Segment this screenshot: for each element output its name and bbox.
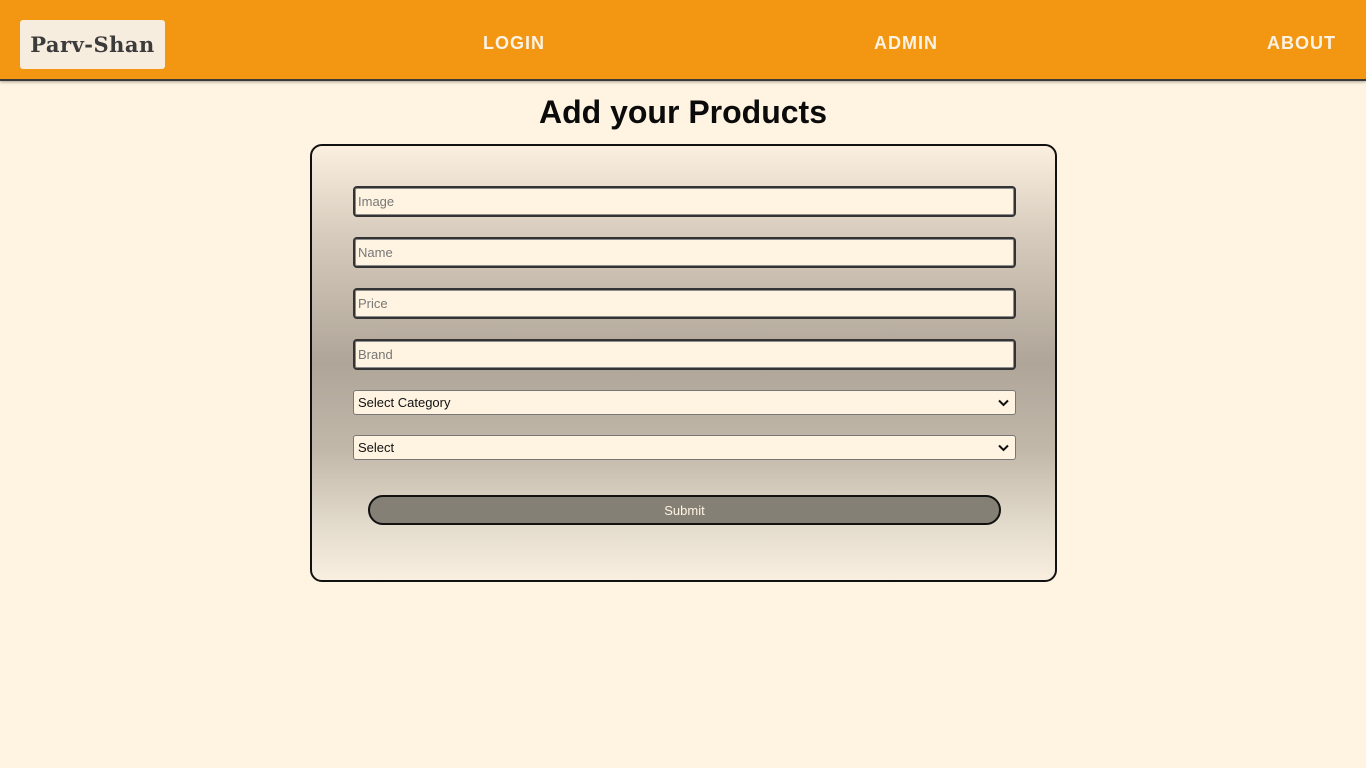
navbar: Parv-Shan LOGIN ADMIN ABOUT [0,0,1366,81]
nav-link-login[interactable]: LOGIN [483,33,545,53]
category-select[interactable]: Select Category [353,390,1016,415]
image-input[interactable] [353,186,1016,217]
page-title: Add your Products [538,94,827,130]
subcategory-select-value: Select [358,440,395,455]
logo[interactable]: Parv-Shan [20,20,165,69]
brand-input[interactable] [353,339,1016,370]
chevron-down-icon [997,397,1009,409]
price-input[interactable] [353,288,1016,319]
nav-link-about[interactable]: ABOUT [1267,33,1336,53]
category-select-value: Select Category [358,395,451,410]
subcategory-select[interactable]: Select [353,435,1016,460]
nav-link-admin[interactable]: ADMIN [874,33,938,53]
chevron-down-icon [997,442,1009,454]
add-product-form: Select Category Select Submit [310,144,1057,582]
name-input[interactable] [353,237,1016,268]
submit-button[interactable]: Submit [368,495,1001,525]
